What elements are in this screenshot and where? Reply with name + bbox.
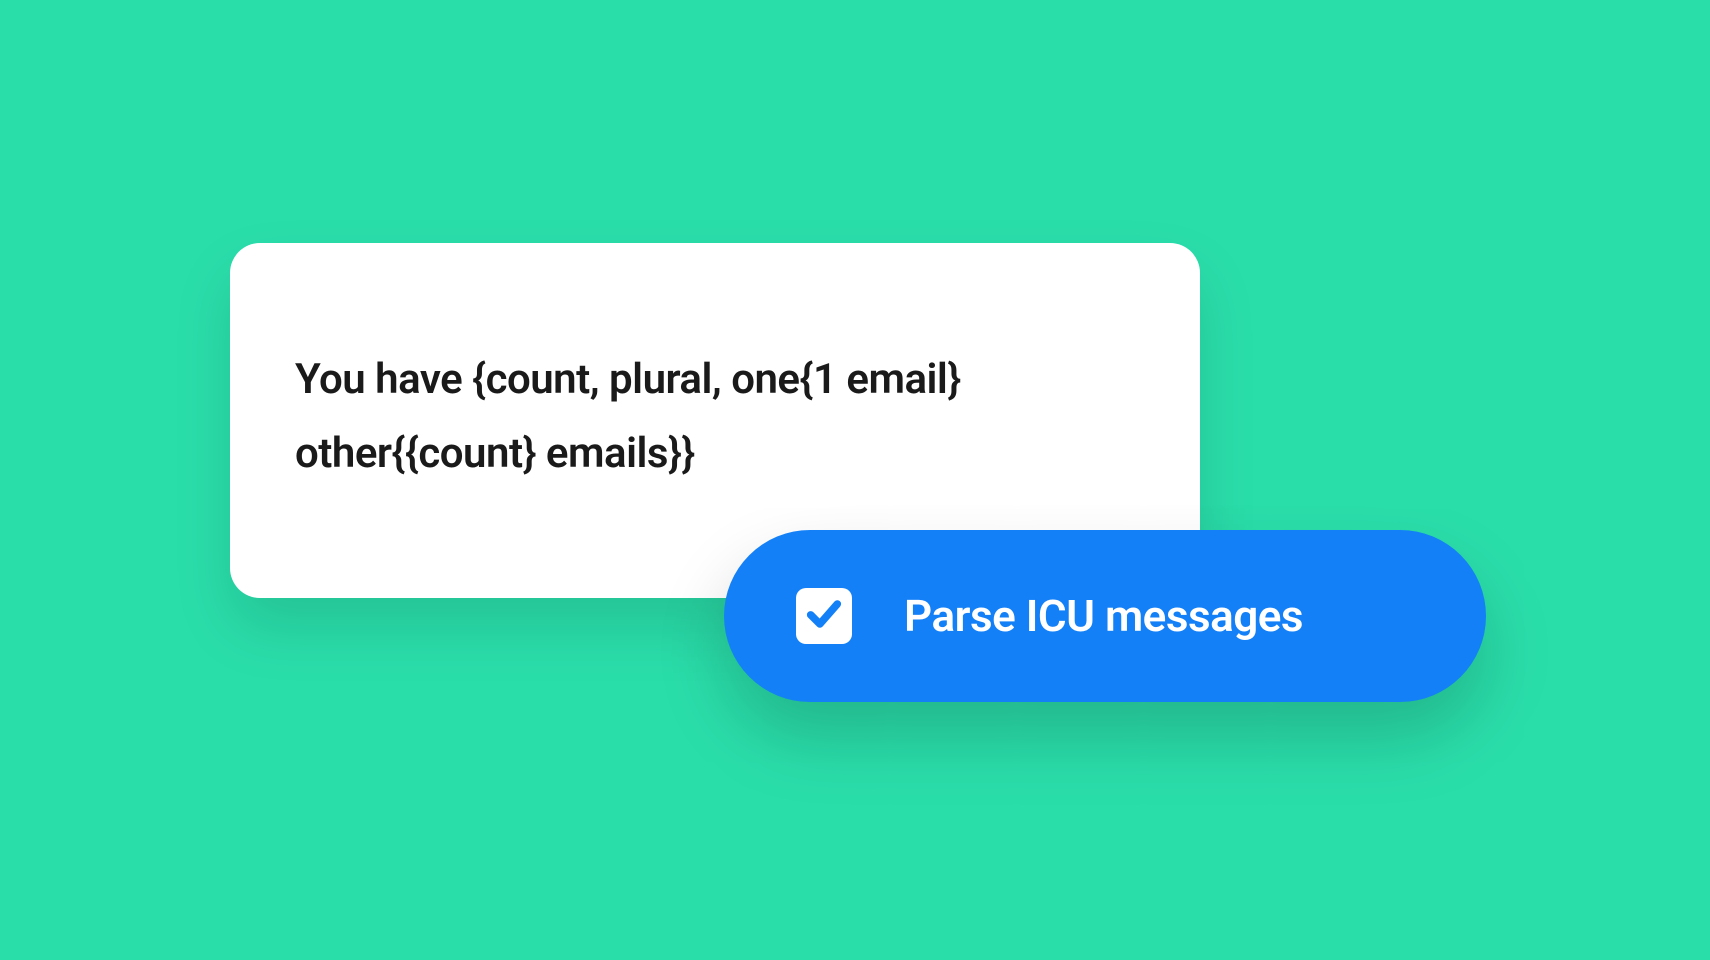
parse-icu-checkbox[interactable]	[796, 588, 852, 644]
checkmark-icon	[804, 594, 844, 638]
icu-message-text: You have {count, plural, one{1 email} ot…	[295, 343, 1135, 490]
parse-icu-label: Parse ICU messages	[904, 590, 1303, 642]
parse-icu-option[interactable]: Parse ICU messages	[724, 530, 1486, 702]
